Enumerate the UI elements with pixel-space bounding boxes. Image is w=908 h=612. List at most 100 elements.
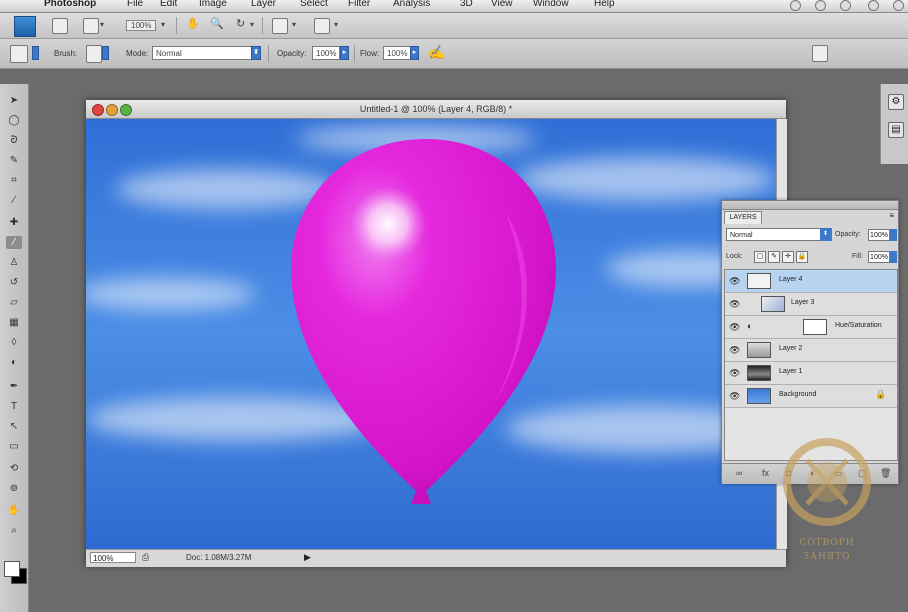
mode-select[interactable]: Normal bbox=[152, 46, 254, 60]
fill-input[interactable]: 100% bbox=[868, 251, 890, 263]
close-icon[interactable] bbox=[92, 104, 104, 116]
eraser-icon[interactable]: ▱ bbox=[6, 296, 22, 309]
layer-opacity-input[interactable]: 100% bbox=[868, 229, 890, 241]
visibility-eye-icon[interactable]: 👁 bbox=[729, 276, 740, 287]
zoom-tool-icon[interactable]: 🔍 bbox=[210, 17, 224, 30]
document-title-bar[interactable]: Untitled-1 @ 100% (Layer 4, RGB/8) * bbox=[86, 100, 786, 119]
menu-analysis[interactable]: Analysis bbox=[393, 0, 430, 9]
airbrush-icon[interactable]: ✍ bbox=[428, 44, 445, 61]
menu-select[interactable]: Select bbox=[300, 0, 328, 9]
path-select-icon[interactable]: ↖ bbox=[6, 420, 22, 433]
blend-mode-select[interactable]: Normal bbox=[726, 228, 832, 241]
menu-app-name[interactable]: Photoshop bbox=[44, 0, 96, 9]
dropdown-arrow-icon[interactable] bbox=[102, 46, 109, 60]
menu-view[interactable]: View bbox=[491, 0, 513, 9]
minimize-icon[interactable] bbox=[106, 104, 118, 116]
tablet-pressure-icon[interactable] bbox=[812, 45, 828, 62]
lock-position-icon[interactable]: ✛ bbox=[782, 251, 794, 263]
link-layers-icon[interactable]: ∞ bbox=[736, 468, 742, 478]
status-zoom-input[interactable]: 100% bbox=[90, 552, 136, 563]
menu-image[interactable]: Image bbox=[199, 0, 227, 9]
layer-row[interactable]: 👁 Layer 3 bbox=[725, 293, 897, 316]
lasso-icon[interactable]: ᘐ bbox=[6, 134, 22, 147]
panel-menu-icon[interactable]: ≡ bbox=[889, 211, 894, 220]
view-extras-icon[interactable] bbox=[83, 18, 99, 34]
lock-transparency-icon[interactable]: ▢ bbox=[754, 251, 766, 263]
zoom-window-icon[interactable] bbox=[120, 104, 132, 116]
flow-input[interactable]: 100% bbox=[383, 46, 411, 60]
status-arrow-icon[interactable]: ▶ bbox=[304, 552, 311, 563]
dropdown-arrow-icon[interactable]: ▾ bbox=[100, 20, 104, 29]
layer-row[interactable]: 👁 ◐ Hue/Saturation bbox=[725, 316, 897, 339]
menu-3d[interactable]: 3D bbox=[460, 0, 473, 9]
dropdown-arrow-icon[interactable]: ▾ bbox=[250, 20, 254, 29]
blur-icon[interactable]: ◊ bbox=[6, 336, 22, 349]
layer-row[interactable]: 👁 Background 🔒 bbox=[725, 385, 897, 408]
screen-mode-icon[interactable] bbox=[314, 18, 330, 34]
menu-edit[interactable]: Edit bbox=[160, 0, 177, 9]
dropdown-arrow-icon[interactable] bbox=[890, 251, 897, 263]
panel-header[interactable] bbox=[722, 201, 898, 210]
menu-file[interactable]: File bbox=[127, 0, 143, 9]
dropdown-arrow-icon[interactable] bbox=[890, 229, 897, 241]
dropdown-arrow-icon[interactable]: ▾ bbox=[334, 20, 338, 29]
bridge-icon[interactable] bbox=[52, 18, 68, 34]
rotate-view-icon[interactable]: ↻ bbox=[236, 17, 245, 30]
shape-icon[interactable]: ▭ bbox=[6, 440, 22, 453]
status-icon[interactable] bbox=[790, 0, 801, 11]
opacity-input[interactable]: 100% bbox=[312, 46, 340, 60]
brush-icon[interactable]: ⁄ bbox=[6, 236, 22, 249]
dropdown-arrow-icon[interactable]: ▾ bbox=[292, 20, 296, 29]
dropdown-arrow-icon[interactable] bbox=[32, 46, 39, 60]
lock-pixels-icon[interactable]: ✎ bbox=[768, 251, 780, 263]
layer-row[interactable]: 👁 Layer 1 bbox=[725, 362, 897, 385]
menu-layer[interactable]: Layer bbox=[251, 0, 276, 9]
visibility-eye-icon[interactable]: 👁 bbox=[729, 368, 740, 379]
move-icon[interactable]: ➤ bbox=[6, 94, 22, 107]
dropdown-arrow-icon[interactable]: ⬍ bbox=[251, 46, 261, 60]
crop-icon[interactable]: ⌗ bbox=[6, 174, 22, 187]
quick-select-icon[interactable]: ✎ bbox=[6, 154, 22, 167]
eyedropper-icon[interactable]: ⁄ bbox=[6, 194, 22, 207]
visibility-eye-icon[interactable]: 👁 bbox=[729, 322, 740, 333]
zoom-level-select[interactable]: 100% bbox=[126, 20, 157, 31]
layer-style-icon[interactable]: fx bbox=[762, 468, 769, 478]
dropdown-arrow-icon[interactable]: ▸ bbox=[340, 46, 349, 60]
brush-preset-icon[interactable] bbox=[10, 45, 28, 63]
type-icon[interactable]: T bbox=[6, 400, 22, 413]
arrange-documents-icon[interactable] bbox=[272, 18, 288, 34]
foreground-color-swatch[interactable] bbox=[4, 561, 20, 577]
visibility-eye-icon[interactable]: 👁 bbox=[729, 345, 740, 356]
marquee-icon[interactable]: ◯ bbox=[6, 114, 22, 127]
menu-filter[interactable]: Filter bbox=[348, 0, 370, 9]
status-menu-icon[interactable]: ⎙ bbox=[142, 552, 149, 563]
3d-rotate-icon[interactable]: ⟲ bbox=[6, 462, 22, 475]
healing-icon[interactable]: ✚ bbox=[6, 216, 22, 229]
history-brush-icon[interactable]: ↺ bbox=[6, 276, 22, 289]
status-icon[interactable] bbox=[815, 0, 826, 11]
brush-picker-icon[interactable] bbox=[86, 45, 102, 63]
3d-orbit-icon[interactable]: ⊚ bbox=[6, 482, 22, 495]
dropdown-arrow-icon[interactable]: ▸ bbox=[410, 46, 419, 60]
dropdown-arrow-icon[interactable]: ⬍ bbox=[820, 228, 831, 241]
adjustments-icon[interactable]: ⚙ bbox=[888, 94, 904, 110]
lock-all-icon[interactable]: 🔒 bbox=[796, 251, 808, 263]
hand-icon[interactable]: ✋ bbox=[6, 504, 22, 517]
visibility-eye-icon[interactable]: 👁 bbox=[729, 299, 740, 310]
layer-row[interactable]: 👁 Layer 2 bbox=[725, 339, 897, 362]
dodge-icon[interactable]: ◐ bbox=[6, 356, 22, 369]
zoom-icon[interactable]: ⌕ bbox=[6, 524, 22, 537]
photoshop-logo-icon[interactable] bbox=[14, 16, 36, 37]
layer-row[interactable]: 👁 Layer 4 bbox=[725, 270, 897, 293]
gradient-icon[interactable]: ▦ bbox=[6, 316, 22, 329]
menu-window[interactable]: Window bbox=[533, 0, 569, 9]
status-icon[interactable] bbox=[868, 0, 879, 11]
dropdown-arrow-icon[interactable]: ▾ bbox=[161, 20, 165, 29]
visibility-eye-icon[interactable]: 👁 bbox=[729, 391, 740, 402]
masks-icon[interactable]: ▤ bbox=[888, 122, 904, 138]
hand-tool-icon[interactable]: ✋ bbox=[186, 17, 200, 30]
document-canvas[interactable] bbox=[86, 119, 776, 549]
status-icon[interactable] bbox=[840, 0, 851, 11]
status-icon[interactable] bbox=[893, 0, 904, 11]
tab-layers[interactable]: LAYERS bbox=[724, 211, 762, 224]
